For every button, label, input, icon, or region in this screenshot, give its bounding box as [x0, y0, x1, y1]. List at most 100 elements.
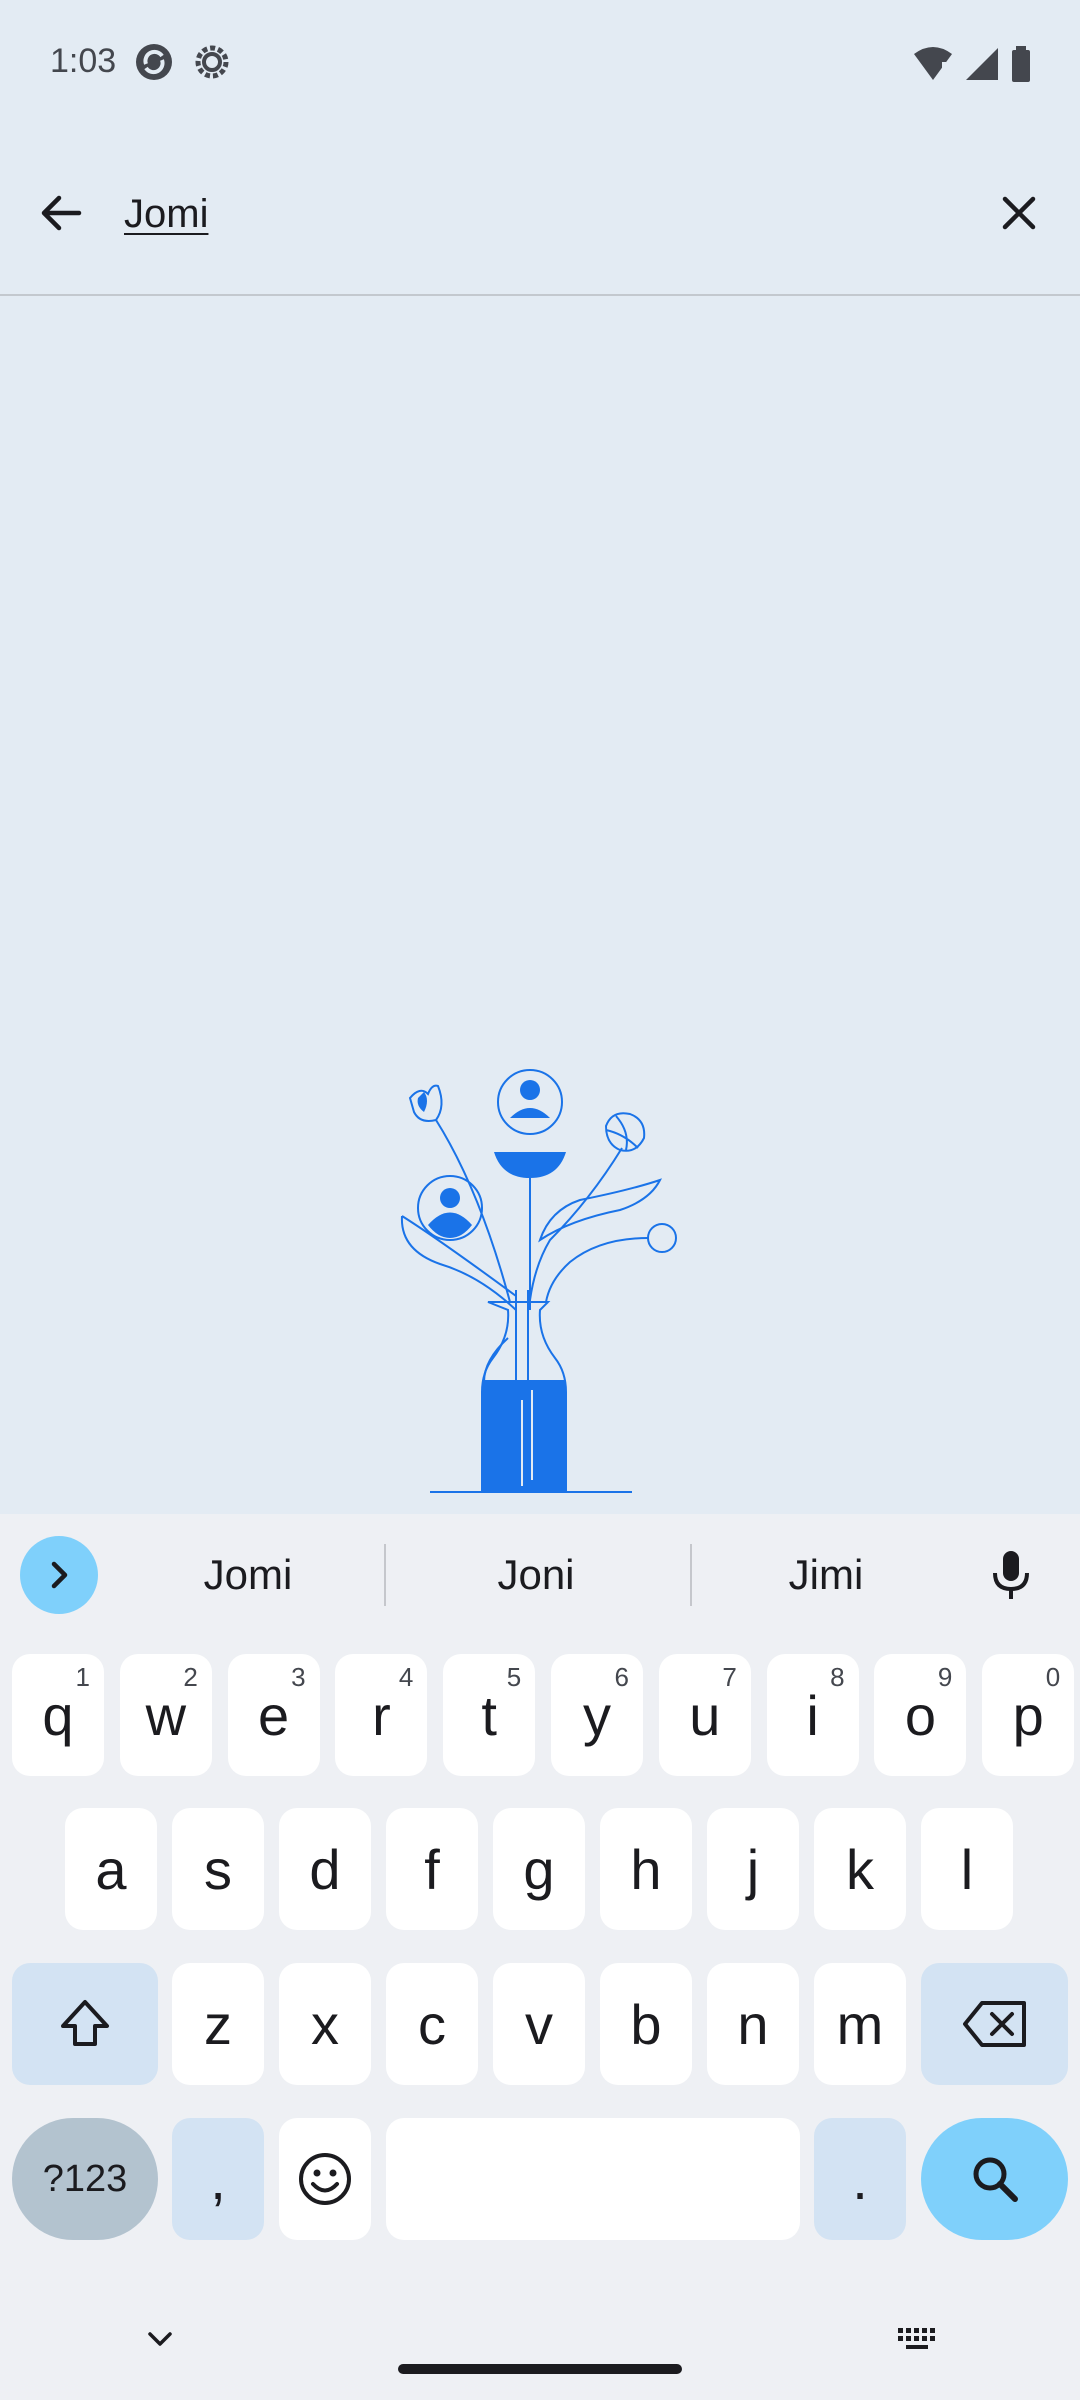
voice-input-button[interactable] [972, 1536, 1050, 1614]
search-input[interactable]: Jomi [124, 178, 924, 250]
key-label: o [904, 1683, 936, 1747]
key-label: s [204, 1837, 232, 1901]
key-number-hint: 4 [398, 1662, 414, 1692]
backspace-key[interactable] [921, 1963, 1068, 2085]
key-label: y [583, 1683, 611, 1747]
key-label: d [309, 1837, 341, 1901]
keyboard-icon [898, 2328, 935, 2349]
key-label: n [737, 1992, 769, 2056]
key-number-hint: 2 [183, 1662, 198, 1692]
shift-key[interactable] [12, 1963, 158, 2085]
key-label: f [424, 1837, 440, 1901]
search-icon [973, 2157, 1018, 2202]
key-b[interactable]: b [600, 1963, 692, 2085]
status-time: 1:03 [50, 42, 117, 80]
arrow-back-icon [41, 195, 82, 231]
microphone-icon [993, 1551, 1029, 1599]
key-label: z [204, 1992, 232, 2056]
key-number-hint: 8 [830, 1662, 845, 1692]
key-c[interactable]: c [386, 1963, 478, 2085]
key-number-hint: 7 [722, 1662, 737, 1692]
key-label: e [258, 1683, 290, 1747]
key-x[interactable]: x [279, 1963, 371, 2085]
key-e[interactable]: e3 [227, 1654, 320, 1776]
suggestion-3[interactable]: Jimi [681, 1544, 971, 1606]
key-label: h [630, 1837, 662, 1901]
key-f[interactable]: f [386, 1808, 478, 1930]
key-label: m [836, 1992, 884, 2056]
key-y[interactable]: y6 [551, 1654, 643, 1776]
key-h[interactable]: h [600, 1808, 692, 1930]
search-query-text: Jomi [124, 192, 209, 236]
key-g[interactable]: g [493, 1808, 585, 1930]
key-label: i [806, 1683, 819, 1747]
toolbar-expand-button[interactable] [20, 1536, 98, 1614]
emoji-key[interactable] [279, 2118, 371, 2240]
shift-arrow-icon [61, 2000, 109, 2046]
comma-key[interactable]: , [172, 2118, 264, 2240]
key-l[interactable]: l [921, 1808, 1013, 1930]
chevron-down-icon [148, 2332, 172, 2346]
wifi-alert-icon [914, 47, 952, 80]
key-u[interactable]: u7 [658, 1654, 751, 1776]
key-q[interactable]: q1 [12, 1654, 104, 1776]
key-d[interactable]: d [279, 1808, 371, 1930]
navigation-bar [0, 2280, 1080, 2400]
suggestion-divider [384, 1544, 386, 1606]
key-label: p [1012, 1683, 1044, 1747]
back-button[interactable] [24, 176, 98, 250]
switch-keyboard-button[interactable] [896, 2326, 940, 2359]
key-number-hint: 1 [75, 1662, 90, 1692]
key-k[interactable]: k [814, 1808, 906, 1930]
symbols-key[interactable]: ?123 [12, 2118, 158, 2240]
space-key[interactable] [386, 2118, 800, 2240]
period-key[interactable]: . [814, 2118, 906, 2240]
key-label: t [481, 1683, 497, 1747]
key-w[interactable]: w2 [119, 1654, 212, 1776]
key-label: w [145, 1683, 187, 1747]
key-p[interactable]: p0 [982, 1654, 1075, 1776]
empty-state-illustration [380, 1040, 700, 1510]
status-bar: 1:03 [0, 0, 1080, 130]
key-label: b [630, 1992, 662, 2056]
sync-icon [134, 42, 174, 87]
key-label: x [311, 1992, 339, 2056]
search-action-key[interactable] [921, 2118, 1068, 2240]
key-s[interactable]: s [172, 1808, 264, 1930]
close-icon [1002, 196, 1036, 230]
key-a[interactable]: a [65, 1808, 157, 1930]
key-o[interactable]: o9 [874, 1654, 967, 1776]
key-label: l [960, 1837, 974, 1901]
emoji-icon [299, 2153, 351, 2205]
cellular-signal-icon [966, 48, 998, 80]
on-screen-keyboard: Jomi Joni Jimi ?123 , . q 1 w 2 e 3 r 4 … [0, 1514, 1080, 2400]
settings-gear-icon [192, 42, 232, 87]
clear-search-button[interactable] [982, 176, 1056, 250]
key-label: q [42, 1683, 74, 1747]
suggestion-2[interactable]: Joni [391, 1544, 681, 1606]
chevron-right-icon [51, 1561, 68, 1589]
hide-keyboard-button[interactable] [140, 2324, 180, 2359]
key-number-hint: 0 [1045, 1662, 1061, 1692]
key-number-hint: 3 [291, 1662, 306, 1692]
key-number-hint: 6 [614, 1662, 629, 1692]
key-label: k [846, 1837, 874, 1901]
key-z[interactable]: z [172, 1963, 264, 2085]
key-r[interactable]: r4 [335, 1654, 428, 1776]
key-t[interactable]: t5 [443, 1654, 536, 1776]
key-label: a [95, 1837, 127, 1901]
key-label: j [746, 1837, 760, 1901]
key-label: u [689, 1683, 721, 1747]
key-label: r [372, 1683, 391, 1747]
home-gesture-handle[interactable] [398, 2364, 682, 2374]
key-v[interactable]: v [493, 1963, 585, 2085]
key-m[interactable]: m [814, 1963, 906, 2085]
key-i[interactable]: i8 [766, 1654, 859, 1776]
key-j[interactable]: j [707, 1808, 799, 1930]
suggestion-1[interactable]: Jomi [103, 1544, 393, 1606]
battery-icon [1012, 46, 1030, 82]
key-number-hint: 5 [506, 1662, 522, 1692]
key-label: g [523, 1837, 555, 1901]
key-n[interactable]: n [707, 1963, 799, 2085]
key-number-hint: 9 [937, 1662, 953, 1692]
